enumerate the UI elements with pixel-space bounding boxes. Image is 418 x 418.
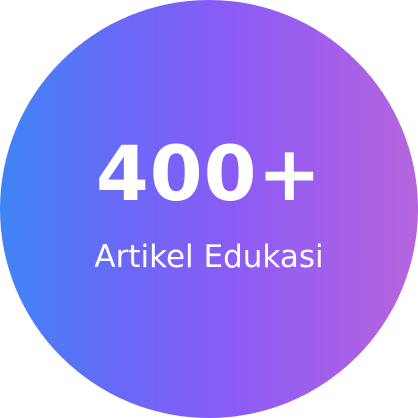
stat-badge: 400+ Artikel Edukasi (0, 0, 418, 418)
stat-number: 400+ (95, 128, 323, 218)
stat-label: Artikel Edukasi (94, 238, 324, 275)
